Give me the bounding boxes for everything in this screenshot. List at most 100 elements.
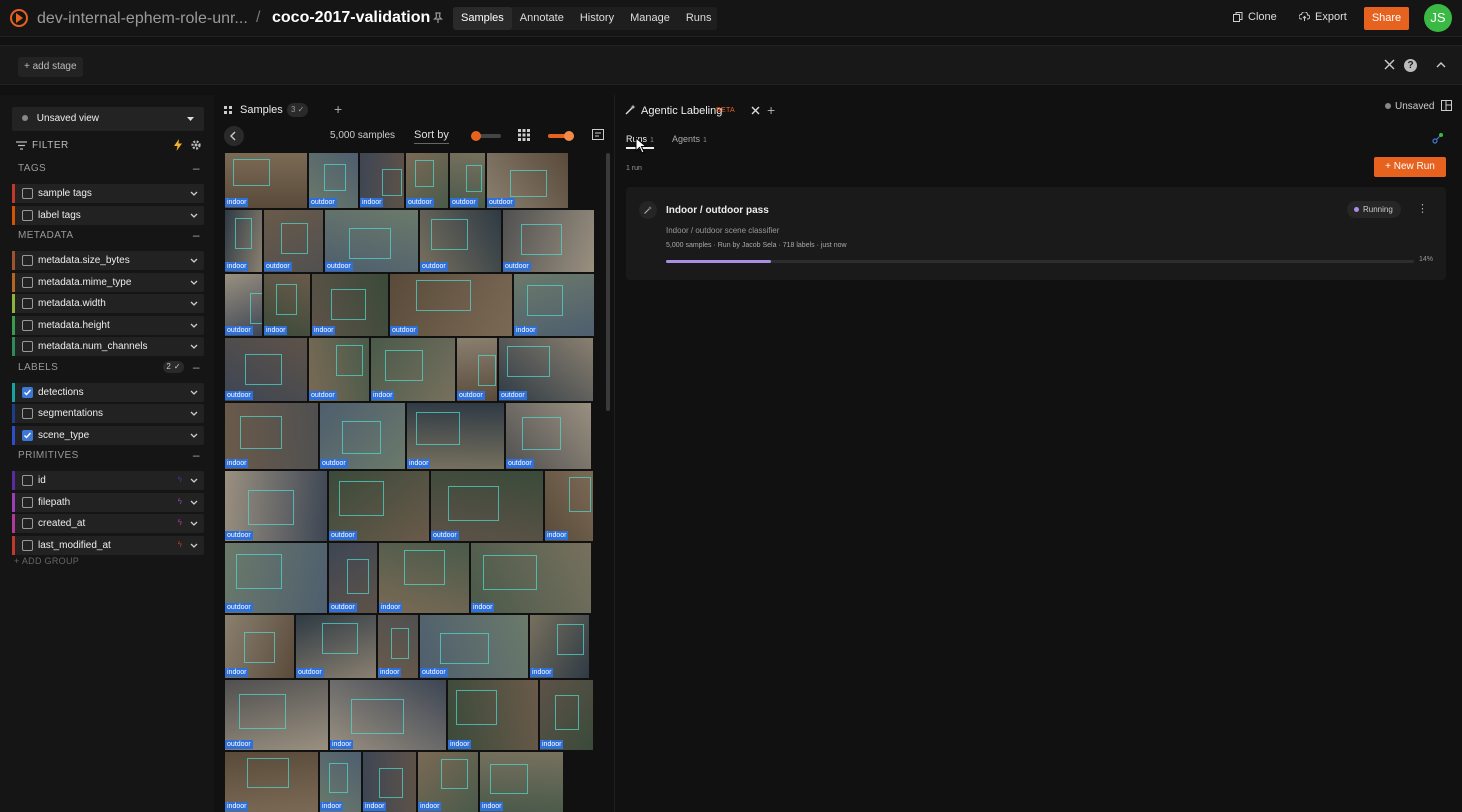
nav-manage[interactable]: Manage (622, 7, 678, 30)
sample-tile[interactable]: indoor (448, 680, 538, 750)
grid-view-icon[interactable] (518, 129, 530, 141)
field-row[interactable]: metadata.num_channels (12, 337, 204, 356)
run-card[interactable]: Indoor / outdoor pass Indoor / outdoor s… (626, 187, 1446, 280)
field-checkbox[interactable] (22, 298, 33, 309)
sample-tile[interactable]: indoor (225, 153, 307, 208)
sample-tile[interactable]: outdoor (487, 153, 568, 208)
help-icon[interactable]: ? (1404, 59, 1417, 72)
sample-tile[interactable]: indoor (540, 680, 593, 750)
export-button[interactable]: Export (1299, 11, 1347, 23)
sample-tile[interactable]: indoor (225, 403, 318, 469)
field-row[interactable]: created_at ϟ (12, 514, 204, 533)
sample-tile[interactable]: indoor (330, 680, 446, 750)
user-avatar[interactable]: JS (1424, 4, 1452, 32)
sample-tile[interactable]: indoor (514, 274, 594, 336)
field-row[interactable]: id ϟ (12, 471, 204, 490)
field-row[interactable]: metadata.size_bytes (12, 251, 204, 270)
chevron-down-icon[interactable] (190, 258, 198, 263)
sample-tile[interactable]: indoor (225, 210, 262, 272)
field-checkbox[interactable] (22, 539, 33, 551)
sample-tile[interactable]: outdoor (264, 210, 323, 272)
sample-tile[interactable]: outdoor (506, 403, 591, 469)
nav-samples[interactable]: Samples (453, 7, 512, 30)
field-row[interactable]: last_modified_at ϟ (12, 535, 204, 555)
field-checkbox[interactable] (22, 386, 33, 398)
sample-tile[interactable]: outdoor (225, 338, 307, 401)
collapse-group-icon[interactable]: – (193, 161, 200, 175)
field-checkbox[interactable] (22, 518, 33, 529)
chevron-down-icon[interactable] (190, 433, 198, 438)
sample-tile[interactable]: indoor (264, 274, 310, 336)
sample-tile[interactable]: indoor (418, 752, 478, 812)
sample-tile[interactable]: outdoor (309, 338, 369, 401)
chevron-down-icon[interactable] (190, 390, 198, 395)
share-button[interactable]: Share (1364, 7, 1409, 30)
sample-tile[interactable]: indoor (371, 338, 455, 401)
group-header-primitives[interactable]: PRIMITIVES – (12, 448, 204, 464)
sample-tile[interactable]: outdoor (225, 471, 327, 541)
sample-tile[interactable]: outdoor (499, 338, 593, 401)
sample-tile[interactable]: outdoor (225, 274, 262, 336)
chevron-up-icon[interactable] (1436, 61, 1446, 68)
grid-scrollbar[interactable] (606, 153, 610, 411)
app-logo-icon[interactable] (10, 9, 28, 27)
field-row[interactable]: metadata.width (12, 294, 204, 313)
kebab-menu-icon[interactable]: ⋮ (1417, 202, 1428, 215)
field-row[interactable]: metadata.mime_type (12, 272, 204, 292)
sample-tile[interactable]: outdoor (329, 543, 377, 613)
nav-history[interactable]: History (572, 7, 622, 30)
field-checkbox[interactable] (22, 341, 33, 352)
chevron-down-icon[interactable] (190, 191, 198, 196)
field-row[interactable]: sample tags (12, 184, 204, 203)
sample-tile[interactable]: outdoor (225, 680, 328, 750)
sample-tile[interactable]: indoor (360, 153, 404, 208)
sample-tile[interactable]: indoor (545, 471, 593, 541)
chevron-down-icon[interactable] (190, 478, 198, 483)
sample-tile[interactable]: indoor (480, 752, 563, 812)
sample-tile[interactable]: indoor (530, 615, 589, 678)
sample-tile[interactable]: outdoor (406, 153, 448, 208)
field-checkbox[interactable] (22, 429, 33, 441)
branch-icon[interactable] (1432, 132, 1444, 144)
sample-tile[interactable]: outdoor (390, 274, 512, 336)
group-header-metadata[interactable]: METADATA – (12, 228, 204, 244)
field-row[interactable]: segmentations (12, 404, 204, 423)
close-icon[interactable] (1384, 59, 1395, 70)
sample-tile[interactable]: outdoor (296, 615, 376, 678)
back-button[interactable] (224, 126, 244, 146)
sample-tile[interactable]: outdoor (320, 403, 405, 469)
collapse-group-icon[interactable]: – (193, 360, 200, 374)
field-row[interactable]: label tags (12, 205, 204, 225)
collapse-group-icon[interactable]: – (193, 228, 200, 242)
chevron-down-icon[interactable] (190, 500, 198, 505)
view-select[interactable]: Unsaved view (12, 107, 204, 131)
sort-by-button[interactable]: Sort by (414, 129, 449, 144)
nav-annotate[interactable]: Annotate (512, 7, 572, 30)
chevron-down-icon[interactable] (190, 213, 198, 218)
sample-tile[interactable]: indoor (363, 752, 416, 812)
chevron-down-icon[interactable] (190, 280, 198, 285)
sample-tile[interactable]: indoor (225, 615, 294, 678)
group-header-labels[interactable]: LABELS 2 ✓ – (12, 360, 204, 376)
dataset-path[interactable]: dev-internal-ephem-role-unr... (37, 10, 248, 28)
chevron-down-icon[interactable] (190, 344, 198, 349)
sample-tile[interactable]: indoor (407, 403, 504, 469)
add-group-button[interactable]: + ADD GROUP (14, 556, 79, 566)
sample-tile[interactable]: indoor (378, 615, 418, 678)
field-checkbox[interactable] (22, 319, 33, 331)
field-row[interactable]: scene_type (12, 425, 204, 445)
sample-tile[interactable]: indoor (225, 752, 318, 812)
add-panel-button[interactable]: + (334, 101, 342, 117)
zoom-slider[interactable] (471, 131, 501, 141)
sample-tile[interactable]: indoor (312, 274, 388, 336)
sample-tile[interactable]: outdoor (329, 471, 429, 541)
chevron-down-icon[interactable] (190, 543, 198, 548)
sample-tile[interactable]: outdoor (420, 615, 528, 678)
field-checkbox[interactable] (22, 255, 33, 266)
field-row[interactable]: metadata.height (12, 315, 204, 335)
expand-view-icon[interactable] (592, 129, 604, 140)
sample-tile[interactable]: outdoor (420, 210, 501, 272)
field-checkbox[interactable] (22, 188, 33, 199)
sample-tile[interactable]: outdoor (309, 153, 358, 208)
collapse-group-icon[interactable]: – (193, 448, 200, 462)
